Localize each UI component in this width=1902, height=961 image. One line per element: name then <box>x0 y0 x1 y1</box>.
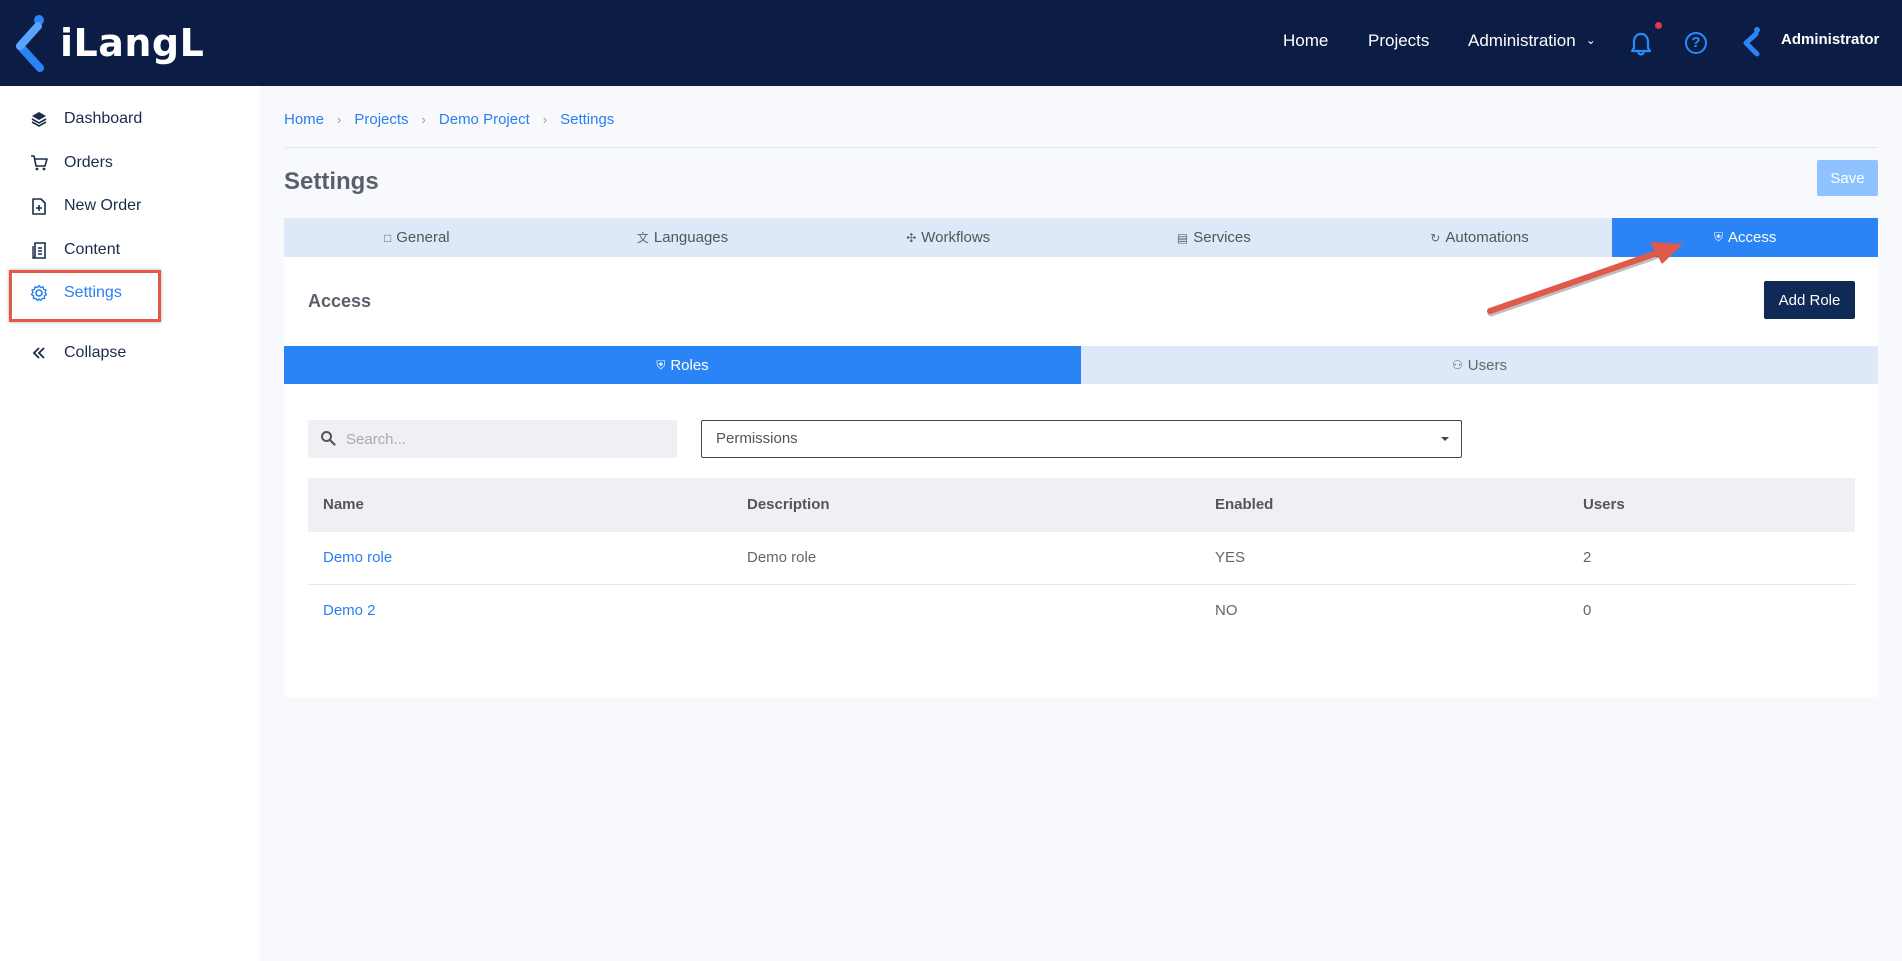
bell-icon[interactable] <box>1629 31 1653 57</box>
column-header-description[interactable]: Description <box>747 496 830 513</box>
page-title: Settings <box>284 168 379 195</box>
column-header-users[interactable]: Users <box>1583 496 1625 513</box>
topnav-administration[interactable]: Administration ⌄ <box>1468 31 1596 51</box>
tab-access[interactable]: ⛨ Access <box>1612 218 1879 257</box>
column-header-name[interactable]: Name <box>323 496 364 513</box>
caret-down-icon <box>1441 437 1449 441</box>
cart-icon <box>30 154 48 172</box>
notification-dot <box>1655 22 1662 29</box>
permissions-select-value: Permissions <box>716 430 798 447</box>
top-bar: iLangL Home Projects Administration ⌄ ? A… <box>0 0 1902 86</box>
breadcrumb-separator-icon: › <box>337 112 342 127</box>
annotation-highlight-box <box>9 270 161 322</box>
server-icon: ▤ <box>1176 230 1189 245</box>
user-avatar-icon[interactable] <box>1740 26 1766 58</box>
tab-label: Services <box>1193 229 1251 246</box>
role-enabled: NO <box>1215 602 1238 619</box>
breadcrumb-home[interactable]: Home <box>284 111 324 128</box>
sidebar-item-label: New Order <box>64 197 142 214</box>
chevrons-left-icon <box>30 344 48 362</box>
tab-label: Workflows <box>921 229 991 246</box>
tab-label: Access <box>1728 229 1777 246</box>
role-users-count: 0 <box>1583 602 1592 619</box>
window-icon: □ <box>384 230 392 245</box>
sidebar-item-label: Dashboard <box>64 110 143 127</box>
breadcrumb-separator-icon: › <box>421 112 426 127</box>
user-name[interactable]: Administrator <box>1781 31 1879 48</box>
tab-workflows[interactable]: ✣ Workflows <box>815 218 1081 257</box>
panel-title: Access <box>308 291 372 311</box>
document-icon <box>30 241 48 259</box>
access-panel: Access Add Role ⛨ Roles ⚇ Users Permission… <box>284 257 1878 697</box>
sidebar-item-label: Collapse <box>64 344 127 361</box>
workflow-icon: ✣ <box>906 230 917 245</box>
topnav-projects[interactable]: Projects <box>1368 31 1429 51</box>
sidebar-item-label: Content <box>64 241 121 258</box>
add-role-button[interactable]: Add Role <box>1764 281 1855 319</box>
sidebar-item-content[interactable]: Content <box>0 230 260 270</box>
sidebar: Dashboard Orders New Order Content Setti… <box>0 86 260 961</box>
chevron-down-icon: ⌄ <box>1585 33 1596 47</box>
breadcrumb-separator-icon: › <box>542 112 548 127</box>
column-header-enabled[interactable]: Enabled <box>1215 496 1273 513</box>
search-input[interactable] <box>346 420 666 458</box>
role-enabled: YES <box>1215 549 1246 566</box>
app-logo[interactable]: iLangL <box>10 12 204 74</box>
sidebar-item-dashboard[interactable]: Dashboard <box>0 99 260 139</box>
role-description: Demo role <box>747 549 817 566</box>
sidebar-item-label: Orders <box>64 154 113 171</box>
topnav-administration-label: Administration <box>1468 31 1576 50</box>
tab-label: General <box>396 229 450 246</box>
logo-text: iLangL <box>60 21 205 65</box>
subtab-users[interactable]: ⚇ Users <box>1081 346 1878 384</box>
subtab-label: Users <box>1467 356 1507 374</box>
table-header: Name Description Enabled Users <box>308 478 1855 532</box>
breadcrumb-projects[interactable]: Projects <box>354 111 408 128</box>
table-row: Demo role Demo role YES 2 <box>308 532 1855 585</box>
logo-mark-icon <box>16 15 44 72</box>
search-box <box>308 420 677 458</box>
role-name-link[interactable]: Demo 2 <box>323 602 376 619</box>
role-users-count: 2 <box>1583 549 1592 566</box>
subtab-roles[interactable]: ⛨ Roles <box>284 346 1081 384</box>
roles-table: Name Description Enabled Users Demo role… <box>308 478 1855 638</box>
subtab-label: Roles <box>670 356 709 374</box>
users-icon: ⚇ <box>1452 358 1463 372</box>
settings-tabs: □ General 文 Languages ✣ Workflows ▤ Services… <box>284 218 1879 257</box>
sidebar-item-collapse[interactable]: Collapse <box>0 333 260 373</box>
shield-icon: ⛨ <box>656 357 666 372</box>
search-icon <box>321 431 336 446</box>
sidebar-item-new-order[interactable]: New Order <box>0 186 260 226</box>
translate-icon: 文 <box>636 231 649 245</box>
tab-label: Languages <box>653 229 729 246</box>
sidebar-item-orders[interactable]: Orders <box>0 143 260 183</box>
help-icon[interactable]: ? <box>1685 32 1707 54</box>
save-button[interactable]: Save <box>1817 160 1878 196</box>
layers-icon <box>30 110 48 128</box>
tab-automations[interactable]: ↻ Automations <box>1347 218 1613 257</box>
tab-services[interactable]: ▤ Services <box>1081 218 1347 257</box>
breadcrumb-settings[interactable]: Settings <box>560 111 614 128</box>
access-subtabs: ⛨ Roles ⚇ Users <box>284 346 1878 384</box>
breadcrumb: Home › Projects › Demo Project › Setting… <box>284 111 614 128</box>
refresh-icon: ↻ <box>1430 230 1441 245</box>
topnav-home[interactable]: Home <box>1283 31 1328 51</box>
tab-languages[interactable]: 文 Languages <box>550 218 816 257</box>
tab-general[interactable]: □ General <box>284 218 550 257</box>
shield-icon: ⛨ <box>1714 230 1724 244</box>
breadcrumb-demo-project[interactable]: Demo Project <box>439 111 530 128</box>
role-name-link[interactable]: Demo role <box>323 549 392 566</box>
table-row: Demo 2 NO 0 <box>308 585 1855 638</box>
file-plus-icon <box>30 197 48 215</box>
divider <box>284 147 1878 148</box>
permissions-select[interactable]: Permissions <box>701 420 1462 458</box>
tab-label: Automations <box>1445 229 1529 246</box>
